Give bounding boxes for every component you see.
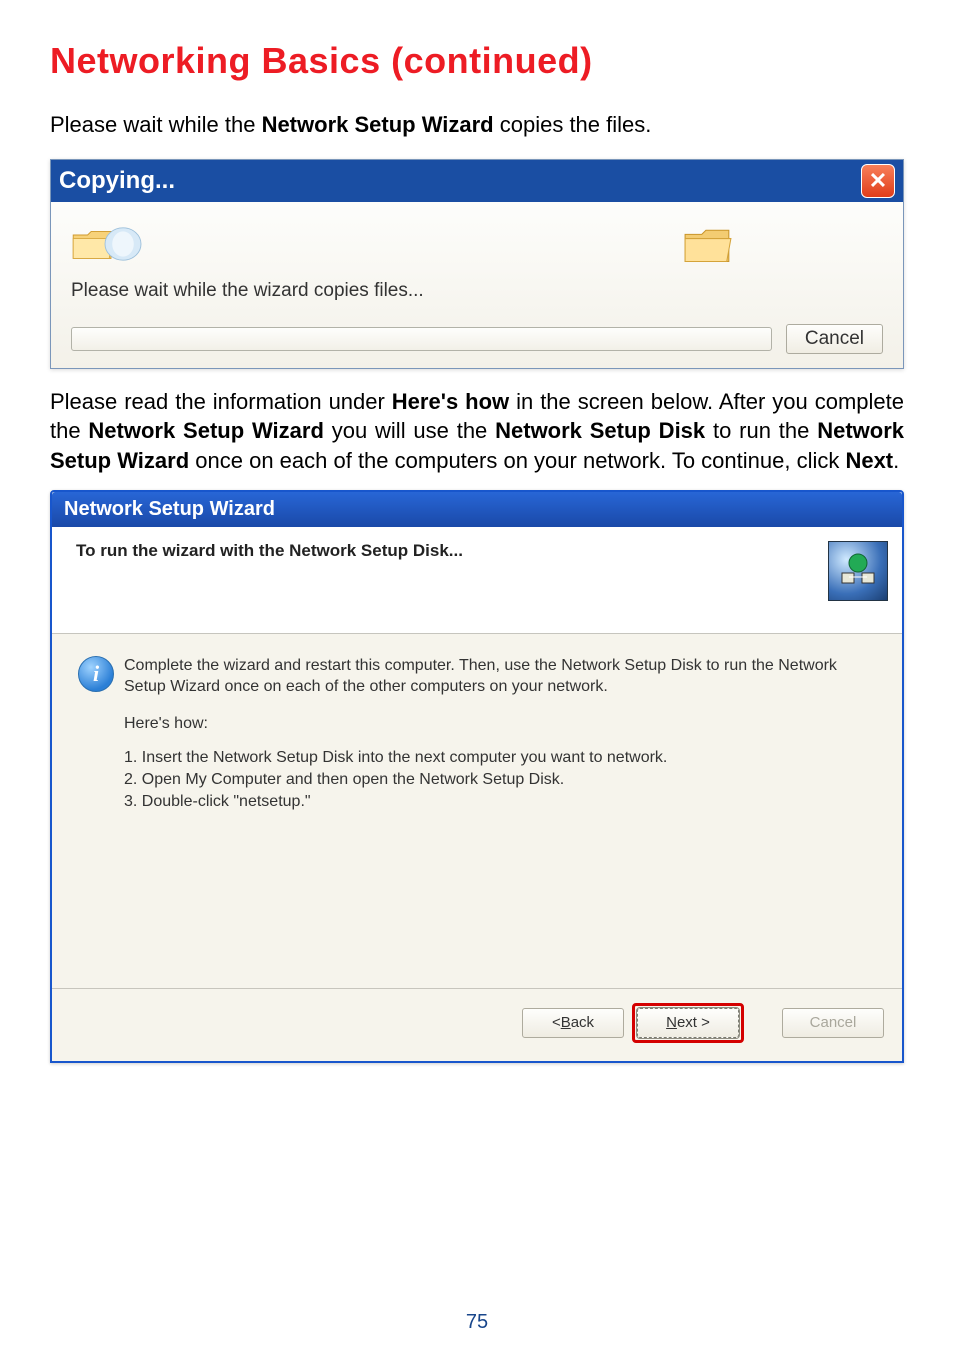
instruction-paragraph: Please read the information under Here's… <box>50 387 904 476</box>
step-2: 2. Open My Computer and then open the Ne… <box>124 769 876 791</box>
info-icon: i <box>78 656 114 692</box>
wizard-cancel-button[interactable]: Cancel <box>782 1008 884 1038</box>
copying-titlebar: Copying... ✕ <box>51 160 903 202</box>
next-button-highlight: Next > <box>632 1003 744 1043</box>
next-mnemonic: N <box>666 1014 677 1031</box>
p2-b2: Network Setup Wizard <box>88 418 323 443</box>
page-title: Networking Basics (continued) <box>50 40 904 82</box>
wizard-dialog: Network Setup Wizard To run the wizard w… <box>50 490 904 1063</box>
intro-paragraph: Please wait while the Network Setup Wiza… <box>50 110 904 141</box>
close-icon: ✕ <box>869 168 887 194</box>
back-rest: ack <box>571 1014 594 1031</box>
info-text: Complete the wizard and restart this com… <box>124 656 876 698</box>
destination-folder-icon <box>683 224 733 264</box>
page-number: 75 <box>0 1311 954 1334</box>
back-button[interactable]: < Back <box>522 1008 624 1038</box>
intro-prefix: Please wait while the <box>50 112 262 137</box>
p2-seg4: to run the <box>705 418 817 443</box>
network-globe-icon <box>828 541 888 601</box>
back-mnemonic: B <box>561 1014 571 1031</box>
back-prefix: < <box>552 1014 561 1031</box>
next-rest: ext > <box>677 1014 710 1031</box>
wizard-body: i Complete the wizard and restart this c… <box>52 634 902 988</box>
copying-status-text: Please wait while the wizard copies file… <box>71 280 883 302</box>
copying-body: Please wait while the wizard copies file… <box>51 202 903 368</box>
wizard-titlebar: Network Setup Wizard <box>52 492 902 527</box>
p2-seg5: once on each of the computers on your ne… <box>189 448 845 473</box>
p2-b1: Here's how <box>392 389 509 414</box>
close-button[interactable]: ✕ <box>861 164 895 198</box>
copying-dialog: Copying... ✕ Please wait while the wizar… <box>50 159 904 369</box>
intro-bold: Network Setup Wizard <box>262 112 494 137</box>
p2-seg3: you will use the <box>324 418 495 443</box>
intro-suffix: copies the files. <box>494 112 652 137</box>
info-row: i Complete the wizard and restart this c… <box>78 656 876 698</box>
p2-b3: Network Setup Disk <box>495 418 705 443</box>
wizard-header-text: To run the wizard with the Network Setup… <box>76 541 463 561</box>
next-button[interactable]: Next > <box>637 1008 739 1038</box>
wizard-header: To run the wizard with the Network Setup… <box>52 527 902 634</box>
p2-seg6: . <box>893 448 899 473</box>
step-3: 3. Double-click "netsetup." <box>124 791 876 813</box>
progress-row: Cancel <box>71 324 883 354</box>
steps-list: 1. Insert the Network Setup Disk into th… <box>124 747 876 812</box>
p2-b5: Next <box>845 448 893 473</box>
wizard-footer: < Back Next > Cancel <box>52 988 902 1061</box>
copying-title-text: Copying... <box>59 167 175 195</box>
heres-how-label: Here's how: <box>124 715 876 733</box>
step-1: 1. Insert the Network Setup Disk into th… <box>124 747 876 769</box>
source-folders-icon <box>71 226 145 262</box>
p2-seg1: Please read the information under <box>50 389 392 414</box>
copy-animation <box>71 224 883 264</box>
progress-bar <box>71 327 772 351</box>
copying-cancel-button[interactable]: Cancel <box>786 324 883 354</box>
